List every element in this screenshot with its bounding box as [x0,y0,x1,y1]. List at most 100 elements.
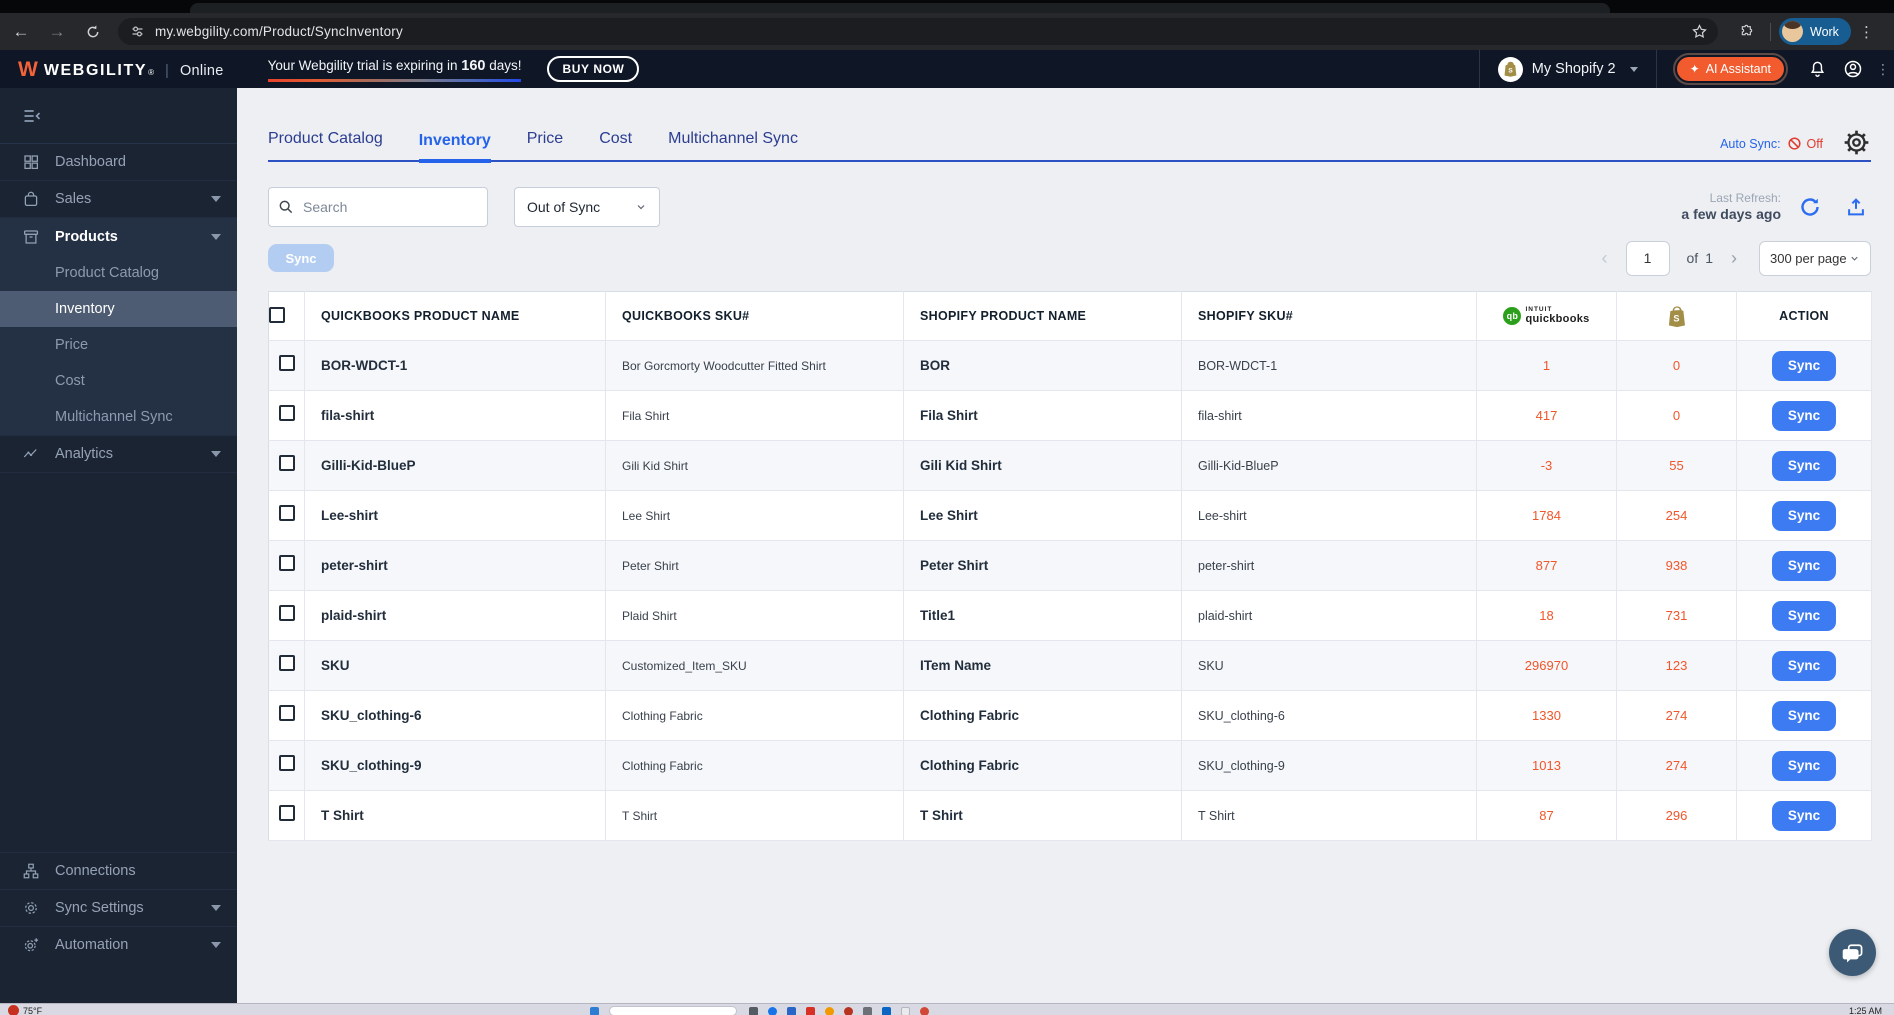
shopify-product-name: Peter Shirt [920,557,989,573]
per-page-select[interactable]: 300 per page [1759,240,1871,276]
shopify-product-name: BOR [920,357,950,373]
sidebar-item-multichannel-sync[interactable]: Multichannel Sync [0,399,237,435]
next-page-button[interactable]: › [1723,249,1745,267]
export-button[interactable] [1841,192,1871,222]
row-checkbox[interactable] [278,805,295,821]
browser-reload-button[interactable] [78,17,108,47]
row-checkbox[interactable] [278,355,295,371]
extensions-button[interactable] [1732,17,1762,47]
row-checkbox[interactable] [278,755,295,771]
select-all-checkbox[interactable] [269,306,285,323]
ai-assistant-button[interactable]: ✦ AI Assistant [1676,57,1784,81]
sidebar-item-connections[interactable]: Connections [0,852,237,889]
account-button[interactable] [1838,54,1868,84]
row-checkbox[interactable] [278,505,295,521]
header-overflow-menu[interactable]: ⋮ [1876,61,1890,78]
taskbar-clock[interactable]: 1:25 AM [1849,1004,1882,1015]
chat-widget-button[interactable] [1829,929,1876,976]
row-checkbox[interactable] [278,605,295,621]
table-row: Lee-shirt Lee Shirt Lee Shirt Lee-shirt … [268,490,1872,541]
search-box [268,186,488,227]
sync-button[interactable]: Sync [1772,700,1836,731]
sync-button[interactable]: Sync [1772,550,1836,581]
tab-inventory[interactable]: Inventory [418,132,491,163]
quickbooks-sku: T Shirt [622,808,658,823]
search-input[interactable] [268,186,488,227]
sync-button[interactable]: Sync [1772,500,1836,531]
auto-sync-status[interactable]: Auto Sync: Off [1720,136,1823,151]
taskbar-icon[interactable] [844,1006,854,1015]
trial-text: Your Webgility trial is expiring in [267,57,462,73]
browser-toolbar: ← → my.webgility.com/Product/SyncInvento… [0,13,1894,50]
browser-address-bar[interactable]: my.webgility.com/Product/SyncInventory [118,18,1718,45]
taskbar-icon[interactable] [787,1006,797,1015]
tab-multichannel-sync[interactable]: Multichannel Sync [668,130,798,160]
sidebar-item-sync-settings[interactable]: Sync Settings [0,889,237,926]
sparkle-icon: ✦ [1689,62,1700,76]
taskbar-weather[interactable]: 75°F [8,1005,42,1015]
bulk-sync-button[interactable]: Sync [268,244,334,272]
taskbar-search[interactable] [609,1006,738,1015]
sidebar-collapse[interactable] [0,88,237,144]
taskbar-icon[interactable] [901,1006,911,1015]
refresh-button[interactable] [1795,192,1825,222]
taskbar-icon[interactable] [825,1006,835,1015]
sync-button[interactable]: Sync [1772,350,1836,381]
store-selector[interactable]: S My Shopify 2 [1480,56,1656,82]
browser-forward-button[interactable]: → [42,17,72,47]
taskbar-icon[interactable] [749,1006,759,1015]
weather-icon [8,1005,19,1015]
bookmark-star-icon[interactable] [1691,23,1708,40]
sync-button[interactable]: Sync [1772,400,1836,431]
notifications-button[interactable] [1802,54,1832,84]
row-checkbox[interactable] [278,655,295,671]
sync-button[interactable]: Sync [1772,800,1836,831]
shopify-sku: peter-shirt [1198,558,1255,573]
sidebar-item-inventory[interactable]: Inventory [0,291,237,327]
quickbooks-qty: 1784 [1532,507,1561,523]
taskbar-icon[interactable] [882,1006,892,1015]
sidebar-item-cost[interactable]: Cost [0,363,237,399]
tab-cost[interactable]: Cost [599,130,632,160]
sync-status-filter[interactable]: Out of Sync [514,186,660,227]
row-checkbox[interactable] [278,405,295,421]
quickbooks-sku: Gili Kid Shirt [622,458,689,473]
sync-button[interactable]: Sync [1772,450,1836,481]
sync-button[interactable]: Sync [1772,600,1836,631]
sync-button[interactable]: Sync [1772,650,1836,681]
browser-menu-button[interactable]: ⋮ [1859,23,1874,41]
tab-price[interactable]: Price [527,130,563,160]
browser-active-tab[interactable] [190,3,1610,13]
page-input[interactable]: 1 [1625,240,1670,276]
sidebar-item-sales[interactable]: Sales [0,181,237,218]
quickbooks-product-name: SKU_clothing-9 [321,757,422,773]
taskbar-icon[interactable] [590,1006,600,1015]
upload-icon [1848,197,1864,215]
sidebar-item-products[interactable]: Products [0,218,237,255]
sidebar-item-automation[interactable]: Automation [0,926,237,963]
sidebar-item-price[interactable]: Price [0,327,237,363]
tab-product-catalog[interactable]: Product Catalog [268,130,383,160]
row-checkbox[interactable] [278,705,295,721]
browser-profile-chip[interactable]: Work [1779,18,1851,45]
sync-button[interactable]: Sync [1772,750,1836,781]
app-header: W WEBGILITY ® | Online Your Webgility tr… [0,50,1894,88]
taskbar-icon[interactable] [920,1006,930,1015]
row-checkbox[interactable] [278,455,295,471]
taskbar-icon[interactable] [863,1006,873,1015]
buy-now-button[interactable]: BUY NOW [547,56,640,82]
ai-assistant-wrap: ✦ AI Assistant [1672,53,1788,85]
row-checkbox[interactable] [278,555,295,571]
shopify-sku: fila-shirt [1198,408,1242,423]
sidebar-item-dashboard[interactable]: Dashboard [0,144,237,181]
browser-back-button[interactable]: ← [6,17,36,47]
chevron-down-icon [637,204,645,209]
sidebar-item-product-catalog[interactable]: Product Catalog [0,255,237,291]
shopify-sku: SKU_clothing-9 [1198,758,1285,773]
taskbar-icon[interactable] [806,1006,816,1015]
sidebar-item-analytics[interactable]: Analytics [0,436,237,473]
taskbar-icon[interactable] [768,1006,778,1015]
prev-page-button[interactable]: ‹ [1594,249,1616,267]
quickbooks-sku: Bor Gorcmorty Woodcutter Fitted Shirt [622,358,826,373]
settings-gear-button[interactable] [1842,128,1871,157]
